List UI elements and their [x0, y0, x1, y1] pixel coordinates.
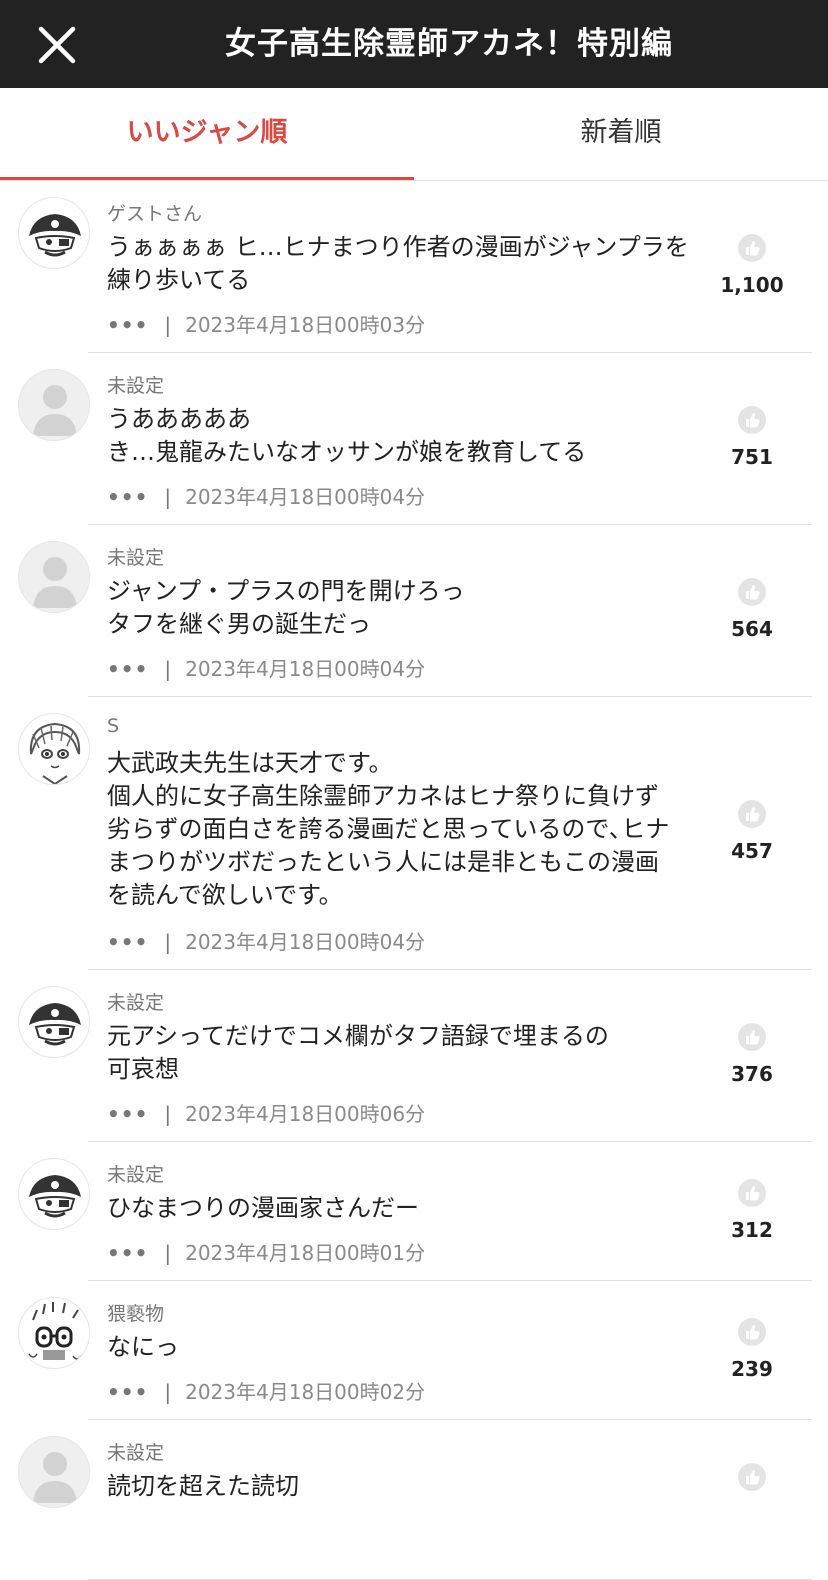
comment-username: 未設定: [107, 547, 165, 569]
like-control: 751: [712, 405, 792, 469]
comment-item: 猥褻物 なにっ ••• | 2023年4月18日00時02分 239: [0, 1281, 828, 1420]
thumbs-up-icon[interactable]: [737, 1317, 767, 1347]
tab-newest[interactable]: 新着順: [414, 88, 828, 180]
comment-meta: ••• | 2023年4月18日00時02分: [107, 1376, 425, 1405]
comment-item: 未設定 読切を超えた読切: [0, 1420, 828, 1580]
comment-meta: ••• | 2023年4月18日00時04分: [107, 653, 425, 682]
like-count: 751: [731, 445, 773, 469]
more-options-icon[interactable]: •••: [107, 930, 148, 954]
like-control: 1,100: [712, 233, 792, 297]
comment-meta: ••• | 2023年4月18日00時06分: [107, 1098, 425, 1127]
page-title: 女子高生除霊師アカネ！特別編: [225, 26, 673, 62]
default-avatar[interactable]: [18, 369, 90, 441]
pirate-avatar[interactable]: [18, 986, 90, 1058]
like-control: 564: [712, 577, 792, 641]
thumbs-up-icon[interactable]: [737, 799, 767, 829]
meta-divider: |: [164, 1102, 172, 1126]
like-control: 376: [712, 1022, 792, 1086]
thumbs-up-icon[interactable]: [737, 1178, 767, 1208]
comment-text: 読切を超えた読切: [107, 1472, 299, 1500]
thumbs-up-icon[interactable]: [737, 405, 767, 435]
comment-timestamp: 2023年4月18日00時04分: [185, 930, 426, 954]
glasses-character-avatar[interactable]: [18, 1297, 90, 1369]
meta-divider: |: [164, 930, 172, 954]
thumbs-up-icon[interactable]: [737, 1022, 767, 1052]
more-options-icon[interactable]: •••: [107, 1102, 148, 1126]
like-control: 312: [712, 1178, 792, 1242]
comment-timestamp: 2023年4月18日00時06分: [185, 1102, 426, 1126]
like-count: 376: [731, 1062, 773, 1086]
comment-item: ゲストさん うぁぁぁぁ ヒ…ヒナまつり作者の漫画がジャンプラを 練り歩いてる •…: [0, 181, 828, 353]
comment-timestamp: 2023年4月18日00時04分: [185, 485, 426, 509]
like-count: 239: [731, 1357, 773, 1381]
top-bar: 女子高生除霊師アカネ！特別編: [0, 0, 828, 88]
comment-text: ジャンプ・プラスの門を開けろっ タフを継ぐ男の誕生だっ: [107, 577, 465, 638]
meta-divider: |: [164, 1380, 172, 1404]
more-options-icon[interactable]: •••: [107, 657, 148, 681]
comment-timestamp: 2023年4月18日00時04分: [185, 657, 426, 681]
like-count: 312: [731, 1218, 773, 1242]
like-control: 457: [712, 799, 792, 863]
comment-text: ひなまつりの漫画家さんだー: [107, 1194, 419, 1222]
comment-username: 未設定: [107, 1442, 165, 1464]
more-options-icon[interactable]: •••: [107, 1241, 148, 1265]
more-options-icon[interactable]: •••: [107, 313, 148, 337]
comment-timestamp: 2023年4月18日00時03分: [185, 313, 426, 337]
comment-meta: ••• | 2023年4月18日00時04分: [107, 481, 425, 510]
default-avatar[interactable]: [18, 541, 90, 613]
comment-item: 未設定 ジャンプ・プラスの門を開けろっ タフを継ぐ男の誕生だっ ••• | 2023…: [0, 525, 828, 697]
comment-item: 未設定 ひなまつりの漫画家さんだー ••• | 2023年4月18日00時01分 3…: [0, 1142, 828, 1281]
meta-divider: |: [164, 485, 172, 509]
more-options-icon[interactable]: •••: [107, 485, 148, 509]
comment-timestamp: 2023年4月18日00時02分: [185, 1380, 426, 1404]
pirate-avatar[interactable]: [18, 1158, 90, 1230]
more-options-icon[interactable]: •••: [107, 1380, 148, 1404]
like-count: 564: [731, 617, 773, 641]
comment-meta: ••• | 2023年4月18日00時03分: [107, 309, 425, 338]
thumbs-up-icon[interactable]: [737, 1462, 767, 1492]
comment-timestamp: 2023年4月18日00時01分: [185, 1241, 426, 1265]
comment-username: 未設定: [107, 375, 165, 397]
like-control: 239: [712, 1317, 792, 1381]
thumbs-up-icon[interactable]: [737, 577, 767, 607]
meta-divider: |: [164, 313, 172, 337]
like-count: 1,100: [720, 273, 784, 297]
comment-username: 猥褻物: [107, 1303, 165, 1325]
comment-meta: ••• | 2023年4月18日00時04分: [107, 926, 425, 955]
comment-meta: ••• | 2023年4月18日00時01分: [107, 1237, 425, 1266]
comment-text: うぁぁぁぁ ヒ…ヒナまつり作者の漫画がジャンプラを 練り歩いてる: [107, 233, 689, 294]
comment-text: 元アシってだけでコメ欄がタフ語録で埋まるの 可哀想: [107, 1022, 609, 1083]
default-avatar[interactable]: [18, 1436, 90, 1508]
meta-divider: |: [164, 1241, 172, 1265]
close-icon[interactable]: [36, 24, 78, 66]
comment-item: 未設定 元アシってだけでコメ欄がタフ語録で埋まるの 可哀想 ••• | 2023年4…: [0, 970, 828, 1142]
tab-popular[interactable]: いいジャン順: [0, 88, 414, 180]
thumbs-up-icon[interactable]: [737, 233, 767, 263]
comment-item: S 大武政夫先生は天才です。 個人的に女子高生除霊師アカネはヒナ祭りに負けず 劣…: [0, 697, 828, 970]
meta-divider: |: [164, 657, 172, 681]
comment-text: なにっ: [107, 1333, 179, 1361]
comment-username: S: [107, 715, 120, 737]
like-control: [712, 1462, 792, 1492]
comment-username: ゲストさん: [107, 203, 203, 225]
manga-girl-avatar[interactable]: [18, 713, 90, 785]
comment-list: ゲストさん うぁぁぁぁ ヒ…ヒナまつり作者の漫画がジャンプラを 練り歩いてる •…: [0, 181, 828, 1580]
comment-text: 大武政夫先生は天才です。 個人的に女子高生除霊師アカネはヒナ祭りに負けず 劣らず…: [107, 749, 670, 909]
comment-username: 未設定: [107, 992, 165, 1014]
sort-tabs: いいジャン順 新着順: [0, 88, 828, 181]
comment-username: 未設定: [107, 1164, 165, 1186]
pirate-avatar[interactable]: [18, 197, 90, 269]
comment-item: 未設定 うあああああ き…鬼龍みたいなオッサンが娘を教育してる ••• | 2023…: [0, 353, 828, 525]
comment-text: うあああああ き…鬼龍みたいなオッサンが娘を教育してる: [107, 405, 587, 466]
like-count: 457: [731, 839, 773, 863]
